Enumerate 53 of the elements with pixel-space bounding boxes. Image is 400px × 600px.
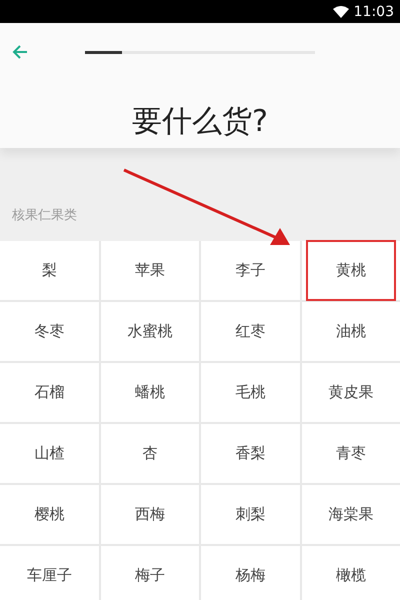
fruit-label[interactable]: 樱桃	[18, 489, 80, 540]
fruit-option[interactable]: 西梅	[100, 485, 199, 544]
fruit-option[interactable]: 刺梨	[201, 485, 300, 544]
fruit-label[interactable]: 红枣	[219, 306, 282, 357]
category-label: 核果仁果类	[12, 208, 77, 223]
fruit-option[interactable]: 李子	[201, 241, 300, 300]
fruit-option[interactable]: 水蜜桃	[100, 302, 199, 361]
fruit-label[interactable]: 车厘子	[10, 550, 88, 600]
fruit-option[interactable]: 毛桃	[201, 363, 300, 422]
fruit-label[interactable]: 刺梨	[219, 489, 282, 540]
wifi-icon	[332, 6, 349, 18]
fruit-label[interactable]: 冬枣	[18, 306, 80, 357]
fruit-option[interactable]: 苹果	[100, 241, 199, 300]
fruit-label[interactable]: 蟠桃	[118, 367, 181, 418]
fruit-label[interactable]: 李子	[219, 245, 282, 296]
fruit-label[interactable]: 青枣	[320, 428, 382, 479]
fruit-option[interactable]: 梨	[0, 241, 98, 300]
fruit-option[interactable]: 车厘子	[0, 546, 98, 600]
fruit-label[interactable]: 山楂	[18, 428, 80, 479]
fruit-label[interactable]: 西梅	[118, 489, 181, 540]
page-title: 要什么货?	[131, 103, 269, 141]
fruit-option[interactable]: 油桃	[302, 302, 400, 361]
fruit-option[interactable]: 冬枣	[0, 302, 98, 361]
fruit-label[interactable]: 梨	[26, 245, 73, 296]
fruit-option[interactable]: 杨梅	[201, 546, 300, 600]
fruit-label[interactable]: 石榴	[18, 367, 80, 418]
fruit-option[interactable]: 黄桃	[302, 241, 400, 300]
fruit-label[interactable]: 杨梅	[219, 550, 282, 600]
fruit-label[interactable]: 梅子	[118, 550, 181, 600]
fruit-label[interactable]: 油桃	[320, 306, 382, 357]
fruit-label[interactable]: 苹果	[118, 245, 181, 296]
fruit-option[interactable]: 山楂	[0, 424, 98, 483]
clock-time: 11:03	[354, 4, 394, 20]
fruit-label[interactable]: 海棠果	[312, 489, 390, 540]
fruit-option[interactable]: 香梨	[201, 424, 300, 483]
fruit-label[interactable]: 橄榄	[320, 550, 382, 600]
fruit-label[interactable]: 香梨	[219, 428, 282, 479]
fruit-option[interactable]: 橄榄	[302, 546, 400, 600]
fruit-option[interactable]: 杏	[100, 424, 199, 483]
fruit-label[interactable]: 水蜜桃	[111, 306, 188, 357]
fruit-option[interactable]: 红枣	[201, 302, 300, 361]
fruit-option[interactable]: 樱桃	[0, 485, 98, 544]
fruit-option[interactable]: 青枣	[302, 424, 400, 483]
fruit-option[interactable]: 黄皮果	[302, 363, 400, 422]
back-arrow-icon[interactable]	[12, 45, 28, 59]
fruit-option[interactable]: 梅子	[100, 546, 199, 600]
fruit-label[interactable]: 毛桃	[219, 367, 282, 418]
fruit-option[interactable]: 海棠果	[302, 485, 400, 544]
fruit-label[interactable]: 杏	[126, 428, 174, 479]
fruit-label[interactable]: 黄皮果	[312, 367, 390, 418]
fruit-label[interactable]: 黄桃	[308, 242, 394, 299]
fruit-option[interactable]: 石榴	[0, 363, 98, 422]
fruit-option[interactable]: 蟠桃	[100, 363, 199, 422]
